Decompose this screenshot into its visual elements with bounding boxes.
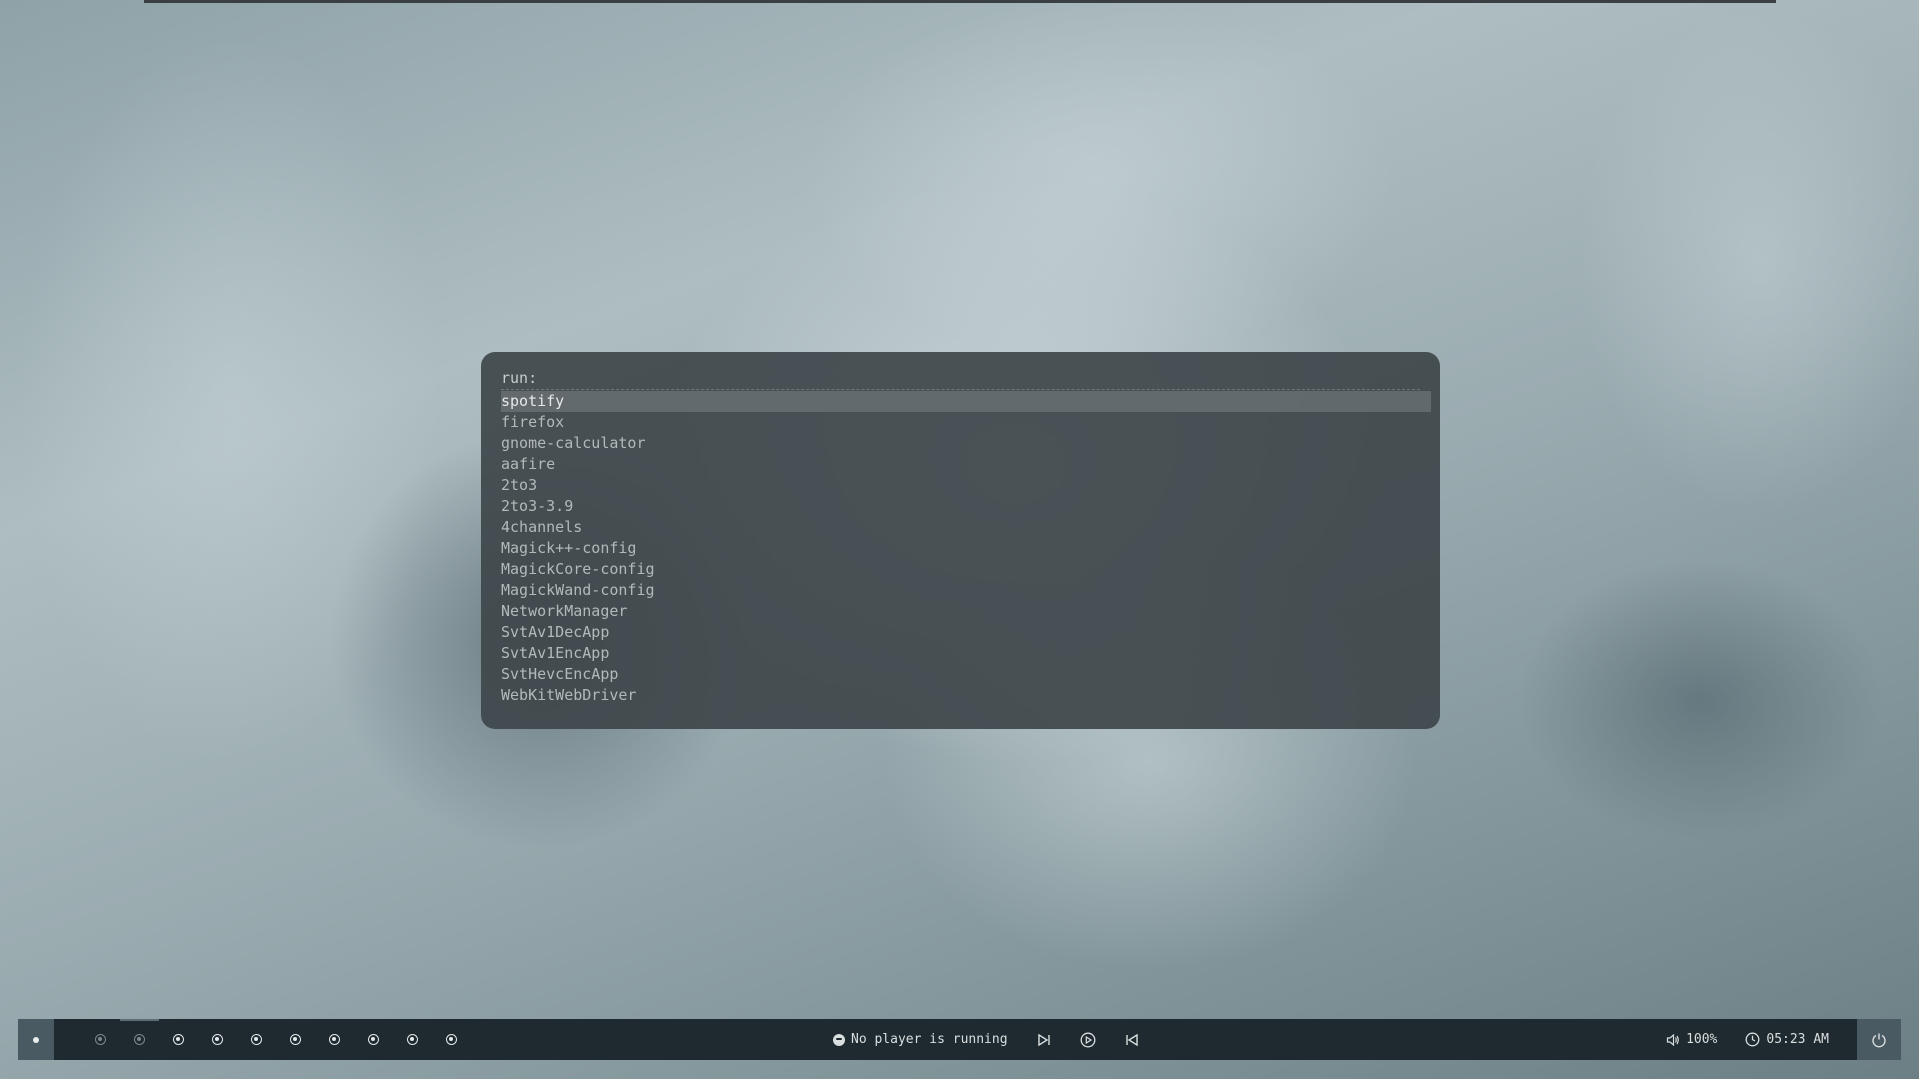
workspace-icon [368,1034,379,1045]
play-icon[interactable] [1080,1032,1096,1048]
volume-level: 100% [1686,1032,1718,1047]
workspace-icon [290,1034,301,1045]
workspace-8[interactable] [354,1019,393,1060]
workspace-7[interactable] [315,1019,354,1060]
result-item[interactable]: Magick++-config [501,538,1431,559]
results-list: spotify firefox gnome-calculator aafire … [501,391,1431,706]
result-item[interactable]: MagickCore-config [501,559,1431,580]
media-widget: No player is running [833,1019,1140,1060]
result-item[interactable]: SvtAv1DecApp [501,622,1431,643]
workspace-10[interactable] [432,1019,471,1060]
workspace-icon [95,1034,106,1045]
workspace-5[interactable] [237,1019,276,1060]
clock-time: 05:23 AM [1766,1032,1829,1047]
workspace-icon [407,1034,418,1045]
workspace-6[interactable] [276,1019,315,1060]
result-item[interactable]: firefox [501,412,1431,433]
skip-forward-icon[interactable] [1036,1032,1052,1048]
result-item[interactable]: MagickWand-config [501,580,1431,601]
result-item[interactable]: 2to3-3.9 [501,496,1431,517]
result-item[interactable]: SvtHevcEncApp [501,664,1431,685]
workspace-icon [446,1034,457,1045]
result-item[interactable]: spotify [501,391,1431,412]
power-icon [1872,1033,1886,1047]
status-area: 100% 05:23 AM [1666,1019,1901,1060]
skip-back-icon[interactable] [1124,1032,1140,1048]
result-item[interactable]: SvtAv1EncApp [501,643,1431,664]
workspace-icon [173,1034,184,1045]
workspace-3[interactable] [159,1019,198,1060]
top-border-line [144,0,1776,3]
menu-button[interactable] [18,1019,54,1060]
workspace-1[interactable] [81,1019,120,1060]
result-item[interactable]: 4channels [501,517,1431,538]
workspace-9[interactable] [393,1019,432,1060]
status-bar: No player is running 100% 05:23 AM [18,1019,1901,1060]
dot-icon [33,1036,39,1043]
spotify-icon [833,1033,845,1046]
run-prompt[interactable]: run: [501,366,1420,390]
workspace-2[interactable] [120,1019,159,1060]
result-item[interactable]: 2to3 [501,475,1431,496]
run-launcher[interactable]: run: spotify firefox gnome-calculator aa… [481,352,1440,729]
clock-icon [1745,1032,1760,1047]
media-status: No player is running [851,1032,1008,1047]
result-item[interactable]: gnome-calculator [501,433,1431,454]
result-item[interactable]: aafire [501,454,1431,475]
workspace-icon [134,1034,145,1045]
clock-widget[interactable]: 05:23 AM [1745,1032,1829,1047]
result-item[interactable]: NetworkManager [501,601,1431,622]
workspace-icon [329,1034,340,1045]
power-button[interactable] [1857,1019,1901,1060]
workspace-icon [212,1034,223,1045]
volume-widget[interactable]: 100% [1666,1032,1717,1047]
workspace-icon [251,1034,262,1045]
workspace-list [81,1019,471,1060]
workspace-4[interactable] [198,1019,237,1060]
run-prompt-label: run: [501,369,538,387]
volume-icon [1666,1033,1679,1046]
result-item[interactable]: WebKitWebDriver [501,685,1431,706]
